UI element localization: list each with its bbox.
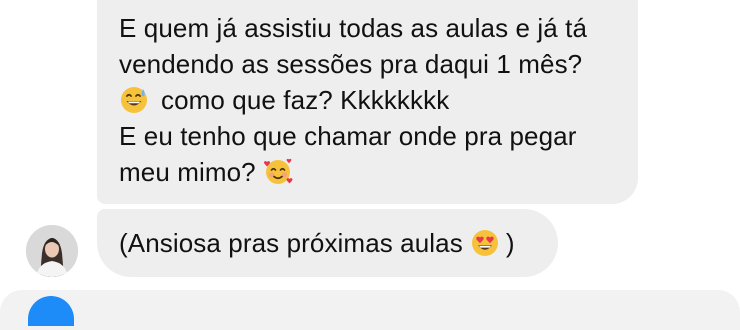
message-text: E quem já assistiu todas as aulas e já t… <box>119 13 588 43</box>
message-line: (Ansiosa pras próximas aulas ) <box>119 225 515 261</box>
message-text: como que faz? Kkkkkkkk <box>161 85 450 115</box>
message-text: E eu tenho que chamar onde pra pegar <box>119 121 577 151</box>
message-line: meu mimo? <box>119 154 616 190</box>
heart-eyes-emoji-icon <box>470 228 500 258</box>
grinning-sweat-emoji-icon <box>119 85 149 115</box>
message-text: ) <box>505 228 515 258</box>
message-text: vendendo as sessões pra daqui 1 mês? <box>119 49 583 79</box>
message-line: como que faz? Kkkkkkkk <box>119 82 616 118</box>
message-text: meu mimo? <box>119 157 256 187</box>
message-bubble-1[interactable]: E quem já assistiu todas as aulas e já t… <box>97 0 638 204</box>
message-line: E quem já assistiu todas as aulas e já t… <box>119 10 616 46</box>
smiling-face-with-hearts-emoji-icon <box>263 157 293 187</box>
next-message-bubble[interactable] <box>0 290 740 330</box>
message-line: vendendo as sessões pra daqui 1 mês? <box>119 46 616 82</box>
message-line: E eu tenho que chamar onde pra pegar <box>119 118 616 154</box>
message-text: (Ansiosa pras próximas aulas <box>119 228 463 258</box>
avatar[interactable] <box>26 225 78 277</box>
message-bubble-2[interactable]: (Ansiosa pras próximas aulas ) <box>97 209 558 277</box>
